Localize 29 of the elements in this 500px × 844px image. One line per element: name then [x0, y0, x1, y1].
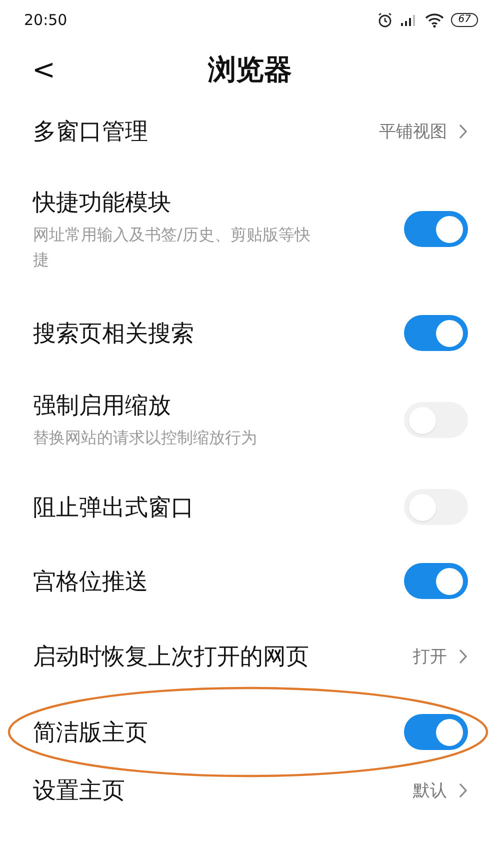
setting-title: 启动时恢复上次打开的网页: [33, 642, 310, 672]
toggle-switch[interactable]: [404, 714, 468, 750]
toggle-switch[interactable]: [404, 211, 468, 247]
setting-title: 快捷功能模块: [33, 188, 172, 218]
setting-description: 替换网站的请求以控制缩放行为: [33, 427, 258, 449]
back-button[interactable]: <: [28, 54, 60, 86]
status-time: 20:50: [24, 11, 68, 29]
chevron-right-icon: [459, 782, 468, 798]
setting-title: 搜索页相关搜索: [33, 320, 195, 348]
setting-description: 网址常用输入及书签/历史、剪贴版等快捷: [33, 224, 312, 270]
setting-value[interactable]: 默认: [413, 778, 447, 802]
chevron-right-icon: [459, 124, 468, 138]
battery-level: 67: [451, 13, 478, 27]
setting-value[interactable]: 打开: [413, 644, 447, 668]
setting-title: 设置主页: [33, 776, 126, 806]
setting-title: 强制启用缩放: [33, 392, 172, 421]
toggle-switch[interactable]: [404, 402, 468, 438]
toggle-switch[interactable]: [404, 489, 468, 525]
setting-value[interactable]: 平铺视图: [379, 120, 447, 142]
chevron-right-icon: [459, 648, 468, 664]
toggle-switch[interactable]: [404, 563, 468, 599]
setting-title: 宫格位推送: [33, 568, 149, 596]
toggle-switch[interactable]: [404, 315, 468, 351]
setting-title: 阻止弹出式窗口: [33, 494, 195, 522]
setting-title: 多窗口管理: [33, 118, 149, 146]
setting-title: 简洁版主页: [33, 718, 149, 748]
alarm-icon: [377, 12, 394, 28]
page-title: 浏览器: [208, 52, 292, 88]
wifi-icon: [425, 12, 444, 28]
